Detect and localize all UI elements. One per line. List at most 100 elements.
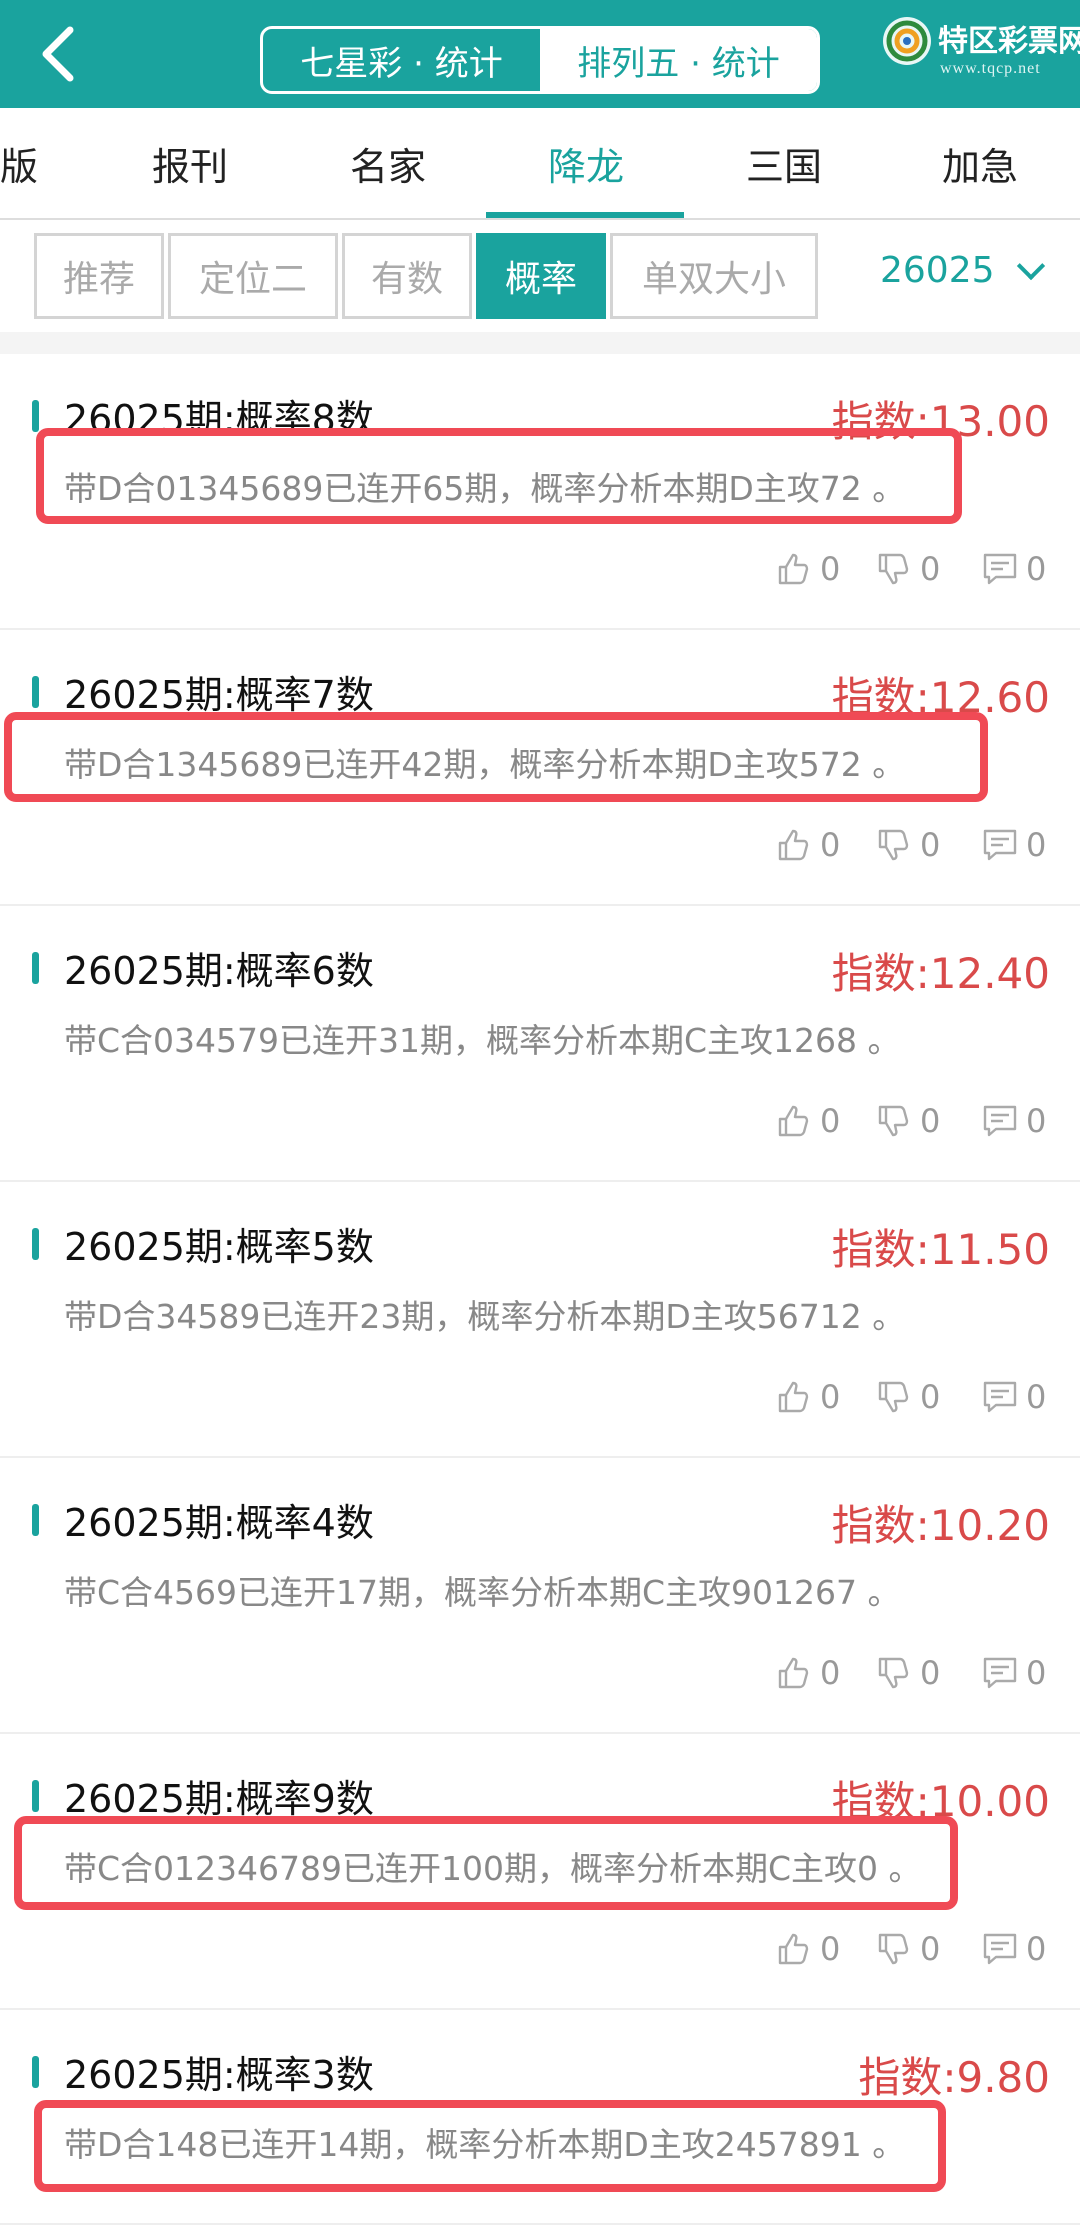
thumbs-up-icon — [778, 553, 809, 585]
card-description: 带C合034579已连开31期，概率分析本期C主攻1268 。 — [64, 1021, 901, 1060]
card-index: 指数:9.80 — [858, 2053, 1050, 2102]
brand-url: www.tqcp.net — [940, 60, 1041, 77]
list-item[interactable]: 26025期:概率5数 指数:11.50 带D合34589已连开23期，概率分析… — [0, 1182, 1080, 1458]
like-count: 0 — [820, 1378, 841, 1416]
dislike-count: 0 — [920, 1654, 941, 1692]
comment-button[interactable]: 0 — [982, 544, 1046, 594]
comment-icon — [983, 553, 1017, 585]
thumbs-down-icon — [878, 1381, 909, 1413]
brand-logo: 特区彩票网 www.tqcp.net — [880, 10, 1080, 100]
comment-count: 0 — [1026, 1102, 1047, 1140]
like-count: 0 — [820, 1930, 841, 1968]
dislike-button[interactable]: 0 — [876, 1096, 940, 1146]
period-dropdown[interactable]: 26025 — [880, 250, 1045, 291]
dislike-button[interactable]: 0 — [876, 1372, 940, 1422]
card-title: 26025期:概率9数 — [64, 1777, 374, 1821]
title-accent-bar — [32, 952, 39, 984]
dislike-button[interactable]: 0 — [876, 1648, 940, 1698]
subtab-gailv[interactable]: 概率 — [476, 233, 606, 319]
card-actions: 0 0 0 — [776, 820, 1056, 870]
comment-icon — [983, 1933, 1017, 1965]
comment-icon — [983, 1105, 1017, 1137]
period-value: 26025 — [880, 250, 995, 291]
comment-button[interactable]: 0 — [982, 1372, 1046, 1422]
tab-baokan[interactable]: 报刊 — [152, 136, 228, 191]
title-accent-bar — [32, 2056, 39, 2088]
card-title: 26025期:概率3数 — [64, 2053, 374, 2097]
chevron-down-icon — [1016, 251, 1045, 280]
comment-button[interactable]: 0 — [982, 1648, 1046, 1698]
segment-pailiewu[interactable]: 排列五 · 统计 — [540, 29, 817, 91]
comment-count: 0 — [1026, 1654, 1047, 1692]
segment-qixingcai[interactable]: 七星彩 · 统计 — [263, 29, 540, 91]
lottery-switcher: 七星彩 · 统计 排列五 · 统计 — [260, 26, 820, 94]
like-button[interactable]: 0 — [776, 1924, 840, 1974]
like-button[interactable]: 0 — [776, 1648, 840, 1698]
card-title: 26025期:概率5数 — [64, 1225, 374, 1269]
list-item[interactable]: 26025期:概率6数 指数:12.40 带C合034579已连开31期，概率分… — [0, 906, 1080, 1182]
brand-swirl-icon — [883, 17, 931, 65]
thumbs-up-icon — [778, 1381, 809, 1413]
thumbs-down-icon — [878, 1657, 909, 1689]
sub-tabs: 推荐 定位二 有数 概率 单双大小 — [34, 233, 822, 319]
title-accent-bar — [32, 1780, 39, 1812]
category-tabs: 版 报刊 名家 降龙 三国 加急 — [0, 108, 1080, 220]
card-actions: 0 0 0 — [776, 1096, 1056, 1146]
comment-count: 0 — [1026, 1378, 1047, 1416]
dislike-count: 0 — [920, 1930, 941, 1968]
subtab-danshuangdaxiao[interactable]: 单双大小 — [610, 233, 818, 319]
back-button[interactable] — [28, 22, 92, 86]
title-accent-bar — [32, 1228, 39, 1260]
like-count: 0 — [820, 826, 841, 864]
thumbs-down-icon — [878, 553, 909, 585]
comment-button[interactable]: 0 — [982, 1096, 1046, 1146]
highlight-box — [36, 428, 962, 524]
thumbs-down-icon — [878, 1933, 909, 1965]
tab-mingjia[interactable]: 名家 — [350, 136, 426, 191]
thumbs-up-icon — [778, 1933, 809, 1965]
title-accent-bar — [32, 400, 39, 432]
highlight-box — [34, 2100, 946, 2192]
dislike-button[interactable]: 0 — [876, 820, 940, 870]
comment-icon — [983, 829, 1017, 861]
comment-button[interactable]: 0 — [982, 820, 1046, 870]
thumbs-up-icon — [778, 1105, 809, 1137]
like-button[interactable]: 0 — [776, 1096, 840, 1146]
thumbs-down-icon — [878, 829, 909, 861]
card-actions: 0 0 0 — [776, 544, 1056, 594]
divider-band — [0, 332, 1080, 354]
comment-button[interactable]: 0 — [982, 1924, 1046, 1974]
list-item[interactable]: 26025期:概率4数 指数:10.20 带C合4569已连开17期，概率分析本… — [0, 1458, 1080, 1734]
tab-jiaji[interactable]: 加急 — [942, 136, 1018, 191]
highlight-box — [4, 712, 988, 802]
subtab-youshu[interactable]: 有数 — [342, 233, 472, 319]
comment-count: 0 — [1026, 550, 1047, 588]
app-header: 七星彩 · 统计 排列五 · 统计 特区彩票网 www.tqcp.net — [0, 0, 1080, 108]
highlight-box — [14, 1816, 958, 1910]
comment-icon — [983, 1381, 1017, 1413]
title-accent-bar — [32, 1504, 39, 1536]
tab-ban[interactable]: 版 — [0, 136, 38, 191]
like-button[interactable]: 0 — [776, 820, 840, 870]
card-title: 26025期:概率6数 — [64, 949, 374, 993]
dislike-count: 0 — [920, 826, 941, 864]
title-accent-bar — [32, 676, 39, 708]
comment-icon — [983, 1657, 1017, 1689]
thumbs-up-icon — [778, 1657, 809, 1689]
card-index: 指数:10.20 — [831, 1501, 1050, 1550]
subtab-dingweier[interactable]: 定位二 — [168, 233, 338, 319]
card-description: 带C合4569已连开17期，概率分析本期C主攻901267 。 — [64, 1573, 901, 1612]
dislike-button[interactable]: 0 — [876, 1924, 940, 1974]
tab-sanguo[interactable]: 三国 — [746, 136, 822, 191]
card-index: 指数:11.50 — [831, 1225, 1050, 1274]
like-button[interactable]: 0 — [776, 544, 840, 594]
like-button[interactable]: 0 — [776, 1372, 840, 1422]
subtab-tuijian[interactable]: 推荐 — [34, 233, 164, 319]
dislike-count: 0 — [920, 550, 941, 588]
dislike-button[interactable]: 0 — [876, 544, 940, 594]
like-count: 0 — [820, 1654, 841, 1692]
comment-count: 0 — [1026, 826, 1047, 864]
dislike-count: 0 — [920, 1102, 941, 1140]
like-count: 0 — [820, 1102, 841, 1140]
tab-xianglong[interactable]: 降龙 — [548, 136, 624, 191]
